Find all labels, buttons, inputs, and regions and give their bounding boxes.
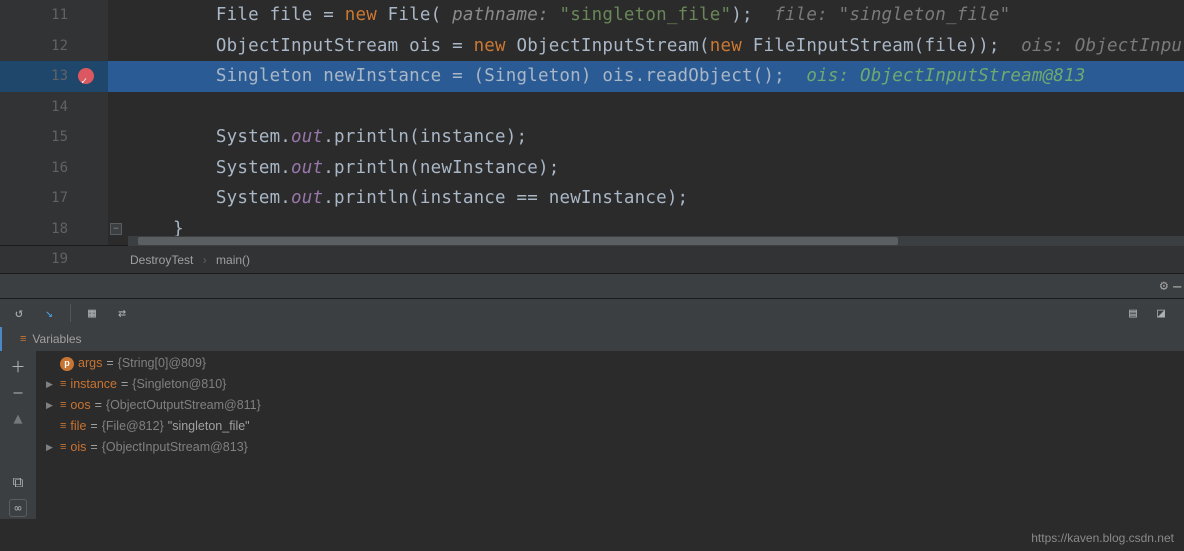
threads-icon[interactable]: ▤ xyxy=(1124,304,1142,322)
variable-value: {File@812} xyxy=(102,416,164,437)
equals-sign: = xyxy=(106,353,113,374)
variable-value: {ObjectOutputStream@811} xyxy=(106,395,261,416)
debug-step-toolbar: ↺ ↘ ▦ ⇄ ▤ ◪ xyxy=(0,299,1184,327)
debug-toolbar: ⚙ − xyxy=(0,273,1184,299)
code-line[interactable] xyxy=(108,92,1184,123)
watermark: https://kaven.blog.csdn.net xyxy=(1031,531,1174,545)
equals-sign: = xyxy=(121,374,128,395)
gutter-line-current[interactable]: 13 xyxy=(0,61,108,92)
gutter-line[interactable]: 16 xyxy=(0,153,108,184)
variable-row[interactable]: ▶ ≡ oos = {ObjectOutputStream@811} xyxy=(36,395,1184,416)
gutter: 11 12 13 14 15 16 17 18 − 19 xyxy=(0,0,108,245)
variable-row[interactable]: ▶ ≡ ois = {ObjectInputStream@813} xyxy=(36,437,1184,458)
minimize-icon[interactable]: − xyxy=(1172,277,1182,296)
spacer xyxy=(9,435,27,465)
variable-name: ois xyxy=(70,437,86,458)
breadcrumb-method[interactable]: main() xyxy=(216,253,250,267)
memory-icon[interactable]: ◪ xyxy=(1152,304,1170,322)
code-line-current[interactable]: Singleton newInstance = (Singleton) ois.… xyxy=(108,61,1184,92)
object-icon: ≡ xyxy=(60,374,66,395)
variables-panel-header[interactable]: ≡ Variables xyxy=(0,327,1184,351)
variable-name: args xyxy=(78,353,102,374)
equals-sign: = xyxy=(90,416,97,437)
expand-arrow-icon[interactable]: ▶ xyxy=(46,395,56,416)
gutter-line[interactable]: 15 xyxy=(0,122,108,153)
breakpoint-icon[interactable] xyxy=(78,68,94,84)
show-execution-point-icon[interactable]: ↘ xyxy=(40,304,58,322)
object-icon: ≡ xyxy=(60,437,66,458)
code-area[interactable]: File file = new File( pathname: "singlet… xyxy=(108,0,1184,245)
add-watch-icon[interactable]: ＋ xyxy=(9,357,27,375)
code-line[interactable]: System.out.println(newInstance); xyxy=(108,153,1184,184)
variable-name: oos xyxy=(70,395,90,416)
breadcrumb[interactable]: DestroyTest › main() xyxy=(0,245,1184,273)
variables-tree[interactable]: p args = {String[0]@809} ▶ ≡ instance = … xyxy=(36,351,1184,519)
gutter-line[interactable]: 17 xyxy=(0,183,108,214)
parameter-icon: p xyxy=(60,357,74,371)
horizontal-scrollbar[interactable] xyxy=(128,236,1184,246)
expand-arrow-icon[interactable]: ▶ xyxy=(46,374,56,395)
gear-icon[interactable]: ⚙ xyxy=(1160,278,1168,294)
variables-menu-icon[interactable]: ≡ xyxy=(20,327,26,351)
gutter-line[interactable]: 11 xyxy=(0,0,108,31)
variable-name: file xyxy=(70,416,86,437)
gutter-line[interactable]: 18 − xyxy=(0,214,108,245)
scrollbar-thumb[interactable] xyxy=(138,237,898,245)
duplicate-icon[interactable]: ⧉ xyxy=(9,473,27,491)
variable-value: {ObjectInputStream@813} xyxy=(102,437,248,458)
code-line[interactable]: System.out.println(instance); xyxy=(108,122,1184,153)
variables-title: Variables xyxy=(32,327,81,351)
code-line[interactable]: System.out.println(instance == newInstan… xyxy=(108,183,1184,214)
variable-row[interactable]: ≡ file = {File@812} "singleton_file" xyxy=(36,416,1184,437)
debug-sidebar: ＋ — ▲ ⧉ ∞ xyxy=(0,351,36,519)
remove-watch-icon[interactable]: — xyxy=(9,383,27,401)
variable-string-value: "singleton_file" xyxy=(168,416,250,437)
gutter-line[interactable]: 14 xyxy=(0,92,108,123)
calculator-icon[interactable]: ▦ xyxy=(83,304,101,322)
variable-row[interactable]: ▶ ≡ instance = {Singleton@810} xyxy=(36,374,1184,395)
equals-sign: = xyxy=(95,395,102,416)
move-up-icon[interactable]: ▲ xyxy=(9,409,27,427)
evaluate-icon[interactable]: ⇄ xyxy=(113,304,131,322)
variable-name: instance xyxy=(70,374,117,395)
variable-value: {Singleton@810} xyxy=(132,374,226,395)
object-icon: ≡ xyxy=(60,416,66,437)
gutter-line[interactable]: 12 xyxy=(0,31,108,62)
code-line[interactable]: File file = new File( pathname: "singlet… xyxy=(108,0,1184,31)
show-watches-icon[interactable]: ∞ xyxy=(9,499,27,517)
object-icon: ≡ xyxy=(60,395,66,416)
toolbar-separator xyxy=(70,304,71,322)
equals-sign: = xyxy=(90,437,97,458)
breadcrumb-class[interactable]: DestroyTest xyxy=(130,253,193,267)
breadcrumb-separator: › xyxy=(203,253,207,267)
expand-arrow-icon[interactable]: ▶ xyxy=(46,437,56,458)
variable-value: {String[0]@809} xyxy=(118,353,206,374)
gutter-line[interactable]: 19 xyxy=(0,244,108,275)
variable-row[interactable]: p args = {String[0]@809} xyxy=(36,353,1184,374)
restart-frame-icon[interactable]: ↺ xyxy=(10,304,28,322)
code-line[interactable]: ObjectInputStream ois = new ObjectInputS… xyxy=(108,31,1184,62)
editor-area: 11 12 13 14 15 16 17 18 − 19 File file =… xyxy=(0,0,1184,245)
debug-body: ＋ — ▲ ⧉ ∞ p args = {String[0]@809} ▶ ≡ i… xyxy=(0,351,1184,519)
